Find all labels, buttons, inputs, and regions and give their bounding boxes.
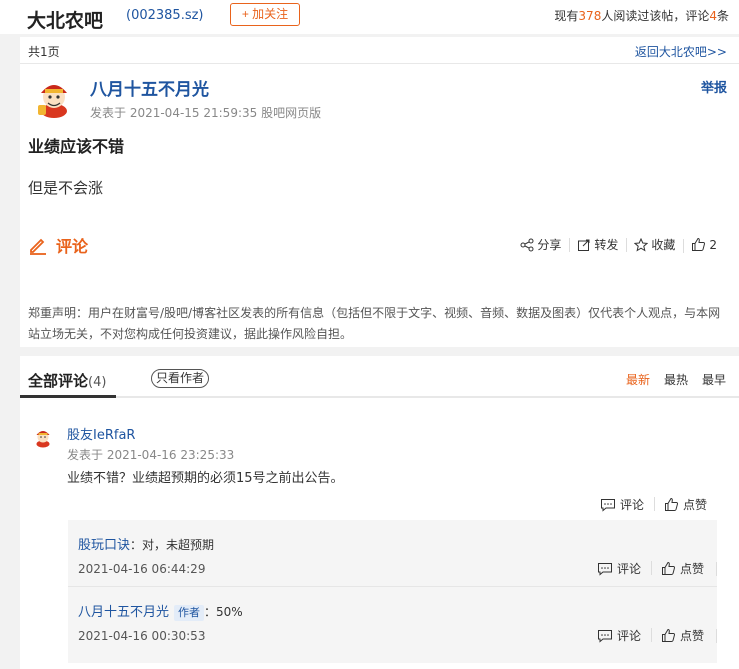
comments-title: 全部评论(4) bbox=[28, 372, 107, 390]
reply-list: 股玩口诀：对，未超预期 2021-04-16 06:44:29 评论 点赞 八月… bbox=[68, 520, 717, 663]
reply-like-button[interactable]: 点赞 bbox=[650, 627, 714, 644]
follow-button[interactable]: + 加关注 bbox=[230, 3, 300, 26]
reply-item: 股玩口诀：对，未超预期 2021-04-16 06:44:29 评论 点赞 bbox=[68, 520, 717, 586]
read-count: 378 bbox=[578, 9, 602, 23]
bar-header: 大北农吧 (002385.sz) + 加关注 现有378人阅读过该帖，评论4条 bbox=[0, 0, 739, 34]
post-actions: 分享 转发 收藏 2 bbox=[512, 236, 725, 253]
bar-name[interactable]: 大北农吧 bbox=[27, 6, 103, 33]
post-title: 业绩应该不错 bbox=[28, 137, 125, 156]
reply-like-button[interactable]: 点赞 bbox=[650, 560, 714, 577]
page-count: 共1页 bbox=[28, 45, 60, 59]
share-button[interactable]: 分享 bbox=[512, 236, 569, 253]
divider bbox=[20, 63, 739, 64]
pencil-icon bbox=[28, 235, 48, 255]
author-avatar[interactable] bbox=[32, 75, 76, 119]
report-link[interactable]: 举报 bbox=[701, 77, 727, 96]
forward-icon bbox=[577, 238, 591, 252]
divider bbox=[20, 396, 739, 398]
reply-time: 2021-04-16 06:44:29 bbox=[78, 562, 206, 576]
reply-item: 八月十五不月光 作者 ：50% 2021-04-16 00:30:53 评论 点赞 bbox=[68, 586, 717, 652]
comment-bubble-icon bbox=[597, 629, 613, 643]
bar-stock-code[interactable]: (002385.sz) bbox=[126, 8, 204, 23]
divider bbox=[716, 628, 717, 643]
comment-bubble-icon bbox=[600, 498, 616, 512]
like-count: 2 bbox=[709, 237, 717, 252]
sort-tab-hottest[interactable]: 最热 bbox=[663, 371, 689, 388]
star-icon bbox=[634, 237, 649, 252]
forward-button[interactable]: 转发 bbox=[569, 236, 626, 253]
reply-comment-button[interactable]: 评论 bbox=[587, 627, 651, 644]
write-comment-label: 评论 bbox=[56, 237, 89, 256]
thumbs-up-icon bbox=[661, 561, 676, 576]
reply-line: 股玩口诀：对，未超预期 bbox=[78, 534, 214, 553]
comment-count: 4 bbox=[709, 9, 717, 23]
comments-section: 全部评论(4) 只看作者 最新 最热 最早 股友IeRfaR 发表于 2021-… bbox=[20, 356, 739, 669]
post-author-name[interactable]: 八月十五不月光 bbox=[90, 75, 209, 100]
disclaimer: 郑重声明：用户在财富号/股吧/博客社区发表的所有信息（包括但不限于文字、视频、音… bbox=[28, 306, 721, 341]
reply-time: 2021-04-16 00:30:53 bbox=[78, 629, 206, 643]
comment-sort-tabs: 最新 最热 最早 bbox=[625, 371, 739, 388]
reply-comment-button[interactable]: 评论 bbox=[587, 560, 651, 577]
read-info: 现有378人阅读过该帖，评论4条 bbox=[554, 9, 729, 23]
comment-time: 发表于 2021-04-16 23:25:33 bbox=[67, 448, 235, 462]
commenter-avatar[interactable] bbox=[32, 426, 54, 448]
tab-underline bbox=[20, 395, 116, 398]
reply-button[interactable]: 评论 bbox=[590, 496, 654, 513]
post-meta: 发表于 2021-04-15 21:59:35 股吧网页版 bbox=[90, 106, 322, 120]
author-tag: 作者 bbox=[174, 605, 205, 621]
back-to-bar-link[interactable]: 返回大北农吧>> bbox=[635, 43, 727, 60]
only-author-button[interactable]: 只看作者 bbox=[151, 369, 209, 388]
reply-line: 八月十五不月光 作者 ：50% bbox=[78, 601, 243, 621]
reply-actions: 评论 点赞 bbox=[587, 560, 717, 577]
comment-bubble-icon bbox=[597, 562, 613, 576]
sort-tab-earliest[interactable]: 最早 bbox=[701, 371, 727, 388]
post-card: 共1页 返回大北农吧>> 八月十五不月光 发表于 2021-04-15 21:5… bbox=[20, 37, 739, 347]
reply-user[interactable]: 八月十五不月光 bbox=[78, 605, 169, 620]
comments-count: (4) bbox=[88, 375, 107, 390]
collect-button[interactable]: 收藏 bbox=[626, 236, 683, 253]
reply-user[interactable]: 股玩口诀 bbox=[78, 538, 130, 553]
reply-text: ：对，未超预期 bbox=[130, 538, 215, 552]
post-body: 但是不会涨 bbox=[28, 179, 104, 197]
reply-actions: 评论 点赞 bbox=[587, 627, 717, 644]
commenter-name[interactable]: 股友IeRfaR bbox=[67, 424, 135, 443]
thumbs-up-icon bbox=[664, 497, 679, 512]
reply-text: ：50% bbox=[204, 605, 243, 619]
share-icon bbox=[520, 238, 534, 252]
thumbs-up-icon bbox=[691, 237, 706, 252]
write-comment-button[interactable]: 评论 bbox=[28, 233, 88, 257]
comment-like-button[interactable]: 点赞 bbox=[653, 496, 717, 513]
like-button[interactable]: 2 bbox=[683, 237, 725, 253]
thumbs-up-icon bbox=[661, 628, 676, 643]
comment-actions: 评论 点赞 bbox=[590, 496, 717, 513]
comment-text: 业绩不错？业绩超预期的必须15号之前出公告。 bbox=[67, 471, 344, 486]
sort-tab-latest[interactable]: 最新 bbox=[625, 371, 651, 388]
divider bbox=[716, 561, 717, 576]
